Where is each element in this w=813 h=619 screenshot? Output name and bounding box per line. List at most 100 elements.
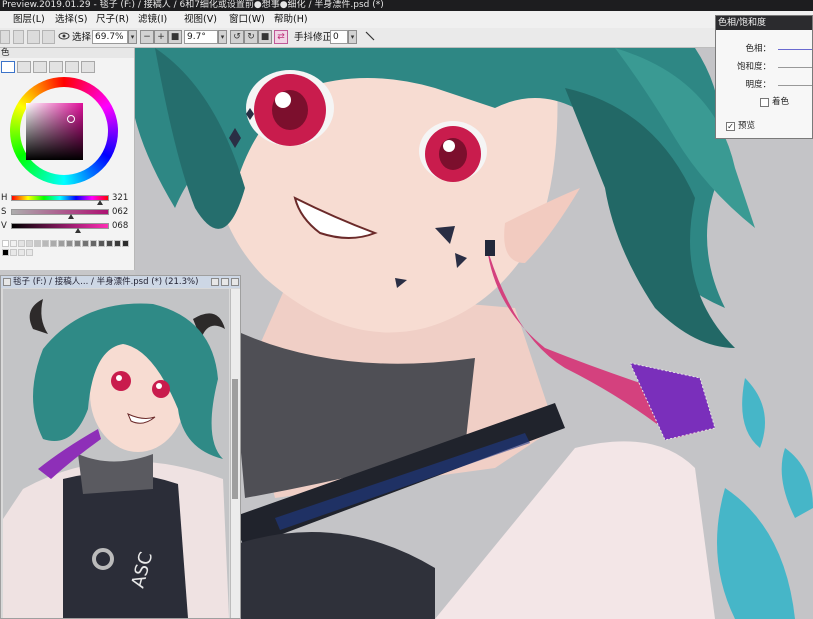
hue-dialog-title: 色相/饱和度 bbox=[716, 16, 812, 30]
color-swatches bbox=[2, 240, 130, 258]
color-panel-tabs bbox=[0, 61, 134, 75]
invert-selection-button[interactable] bbox=[42, 30, 55, 44]
hue-label: 色相： bbox=[745, 44, 771, 54]
swatch[interactable] bbox=[58, 240, 65, 247]
deselect-button[interactable] bbox=[13, 30, 24, 44]
preview-label: 预览 bbox=[738, 121, 756, 131]
swatch[interactable] bbox=[26, 240, 33, 247]
swatch[interactable] bbox=[34, 240, 41, 247]
stabilizer-dropdown-icon[interactable]: ▾ bbox=[348, 30, 357, 44]
swatch[interactable] bbox=[26, 249, 33, 256]
hue-slider-thumb[interactable] bbox=[97, 200, 103, 205]
saturation-slider-thumb[interactable] bbox=[68, 214, 74, 219]
swatch[interactable] bbox=[74, 240, 81, 247]
navigator-window: 毯子 (F:) / 接稿人... / 半身漂件.psd (*) (21.3%) bbox=[0, 275, 241, 619]
select-all-button[interactable] bbox=[27, 30, 40, 44]
swatch[interactable] bbox=[50, 240, 57, 247]
swatch[interactable] bbox=[122, 240, 129, 247]
stabilizer-field[interactable]: 0 bbox=[330, 30, 348, 44]
lightness-label: 明度： bbox=[745, 80, 771, 90]
value-slider[interactable] bbox=[11, 223, 109, 229]
color-circle-tab-icon[interactable] bbox=[17, 61, 31, 73]
minimize-icon[interactable] bbox=[211, 278, 219, 286]
zoom-out-icon[interactable]: − bbox=[140, 30, 154, 44]
rotate-right-icon[interactable]: ↻ bbox=[244, 30, 258, 44]
swatch[interactable] bbox=[42, 240, 49, 247]
value-slider-row: V 068 bbox=[0, 221, 134, 233]
colorize-checkbox[interactable] bbox=[760, 98, 769, 107]
hue-slider-label: H bbox=[1, 193, 8, 203]
lightness-track[interactable] bbox=[778, 85, 812, 86]
navigator-scroll-thumb[interactable] bbox=[232, 379, 238, 499]
color-picker-cursor[interactable] bbox=[67, 115, 75, 123]
saturation-value-box[interactable] bbox=[26, 103, 83, 160]
artwork-thumbnail: ASC bbox=[3, 289, 229, 618]
hue-saturation-dialog: 色相/饱和度 色相： 饱和度： 明度： 着色 ✓ 预览 bbox=[715, 15, 813, 139]
window-title: Preview.2019.01.29 - 毯子 (F:) / 接稿人 / 6和7… bbox=[2, 0, 384, 10]
saturation-track[interactable] bbox=[778, 67, 812, 68]
swatch[interactable] bbox=[90, 240, 97, 247]
flip-horizontal-icon[interactable]: ⇄ bbox=[274, 30, 288, 44]
swatch[interactable] bbox=[2, 240, 9, 247]
menu-view[interactable]: 视图(V) bbox=[181, 11, 220, 28]
close-icon[interactable] bbox=[231, 278, 239, 286]
swatch[interactable] bbox=[18, 249, 25, 256]
hue-slider-row: H 321 bbox=[0, 193, 134, 205]
color-slider-tab-icon[interactable] bbox=[33, 61, 47, 73]
value-slider-label: V bbox=[1, 221, 7, 231]
menu-ruler[interactable]: 尺子(R) bbox=[93, 11, 132, 28]
toolbar-grip bbox=[0, 30, 10, 44]
menu-help[interactable]: 帮助(H) bbox=[271, 11, 311, 28]
value-slider-thumb[interactable] bbox=[75, 228, 81, 233]
toolbar: 选择 69.7% ▾ − + ■ 9.7° ▾ ↺ ↻ ■ ⇄ 手抖修正 0 ▾ bbox=[0, 28, 813, 48]
eye-icon[interactable] bbox=[58, 30, 72, 44]
saturation-label: 饱和度： bbox=[736, 62, 771, 72]
menu-select[interactable]: 选择(S) bbox=[52, 11, 90, 28]
menu-filter[interactable]: 滤镜(I) bbox=[135, 11, 170, 28]
lightness-row: 明度： bbox=[716, 78, 813, 92]
saturation-slider[interactable] bbox=[11, 209, 109, 215]
zoom-field[interactable]: 69.7% bbox=[92, 30, 128, 44]
select-label: 选择 bbox=[72, 32, 92, 43]
color-set-tab-icon[interactable] bbox=[49, 61, 63, 73]
value-slider-value: 068 bbox=[112, 221, 129, 231]
swatch[interactable] bbox=[18, 240, 25, 247]
saturation-row: 饱和度： bbox=[716, 60, 813, 74]
preview-checkbox[interactable]: ✓ bbox=[726, 122, 735, 131]
hue-row: 色相： bbox=[716, 42, 813, 56]
swatch[interactable] bbox=[98, 240, 105, 247]
swatch[interactable] bbox=[10, 240, 17, 247]
swatch[interactable] bbox=[10, 249, 17, 256]
swatch[interactable] bbox=[106, 240, 113, 247]
navigator-scrollbar[interactable] bbox=[230, 289, 240, 618]
swatch[interactable] bbox=[82, 240, 89, 247]
color-panel: 色 H 321 S 062 V 068 bbox=[0, 48, 135, 270]
hue-track[interactable] bbox=[778, 49, 812, 50]
hue-slider[interactable] bbox=[11, 195, 109, 201]
color-mixer-tab-icon[interactable] bbox=[81, 61, 95, 73]
navigator-title: 毯子 (F:) / 接稿人... / 半身漂件.psd (*) (21.3%) bbox=[1, 276, 240, 288]
maximize-icon[interactable] bbox=[221, 278, 229, 286]
window-title-bar: Preview.2019.01.29 - 毯子 (F:) / 接稿人 / 6和7… bbox=[0, 0, 813, 11]
rotation-dropdown-icon[interactable]: ▾ bbox=[218, 30, 227, 44]
rotation-field[interactable]: 9.7° bbox=[184, 30, 218, 44]
menu-window[interactable]: 窗口(W) bbox=[226, 11, 268, 28]
zoom-in-icon[interactable]: + bbox=[154, 30, 168, 44]
navigator-preview[interactable]: ASC bbox=[3, 289, 229, 618]
rotate-reset-icon[interactable]: ■ bbox=[258, 30, 272, 44]
zoom-reset-icon[interactable]: ■ bbox=[168, 30, 182, 44]
color-history-tab-icon[interactable] bbox=[65, 61, 79, 73]
menu-layer[interactable]: 图层(L) bbox=[10, 11, 48, 28]
color-panel-title: 色 bbox=[0, 48, 134, 58]
swatch[interactable] bbox=[114, 240, 121, 247]
swatch[interactable] bbox=[2, 249, 9, 256]
rotate-left-icon[interactable]: ↺ bbox=[230, 30, 244, 44]
stabilizer-label: 手抖修正 bbox=[294, 32, 333, 43]
line-tool-icon[interactable] bbox=[364, 30, 378, 44]
colorize-label: 着色 bbox=[772, 97, 790, 107]
saturation-slider-row: S 062 bbox=[0, 207, 134, 219]
hue-slider-value: 321 bbox=[112, 193, 129, 203]
swatch[interactable] bbox=[66, 240, 73, 247]
zoom-dropdown-icon[interactable]: ▾ bbox=[128, 30, 137, 44]
color-wheel-tab-icon[interactable] bbox=[1, 61, 15, 73]
